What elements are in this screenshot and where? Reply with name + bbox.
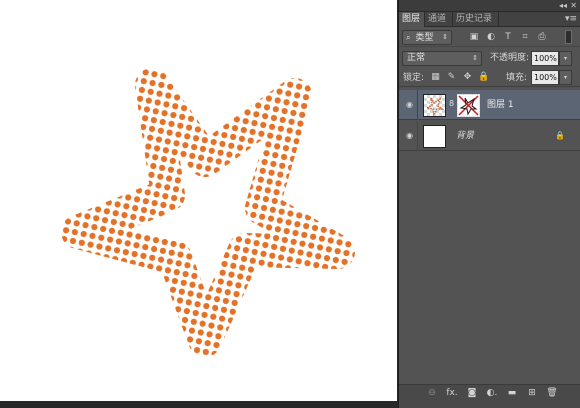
layer-filter-row: ⌕ 类型 ⇕ ▣ ◐ T ⌗ ⎙ [399, 27, 580, 47]
opacity-dropdown-button[interactable]: ▾ [559, 51, 572, 66]
lock-all-icon[interactable]: 🔒 [478, 72, 489, 83]
document-canvas[interactable] [0, 0, 397, 401]
shape-filter-icon[interactable]: ⌗ [519, 31, 531, 43]
tab-layers[interactable]: 图层 [399, 12, 425, 27]
tab-history[interactable]: 历史记录 [453, 12, 499, 27]
select-arrows-icon: ⇕ [442, 33, 448, 41]
document-canvas-area [0, 0, 398, 408]
lock-transparent-pixels-icon[interactable]: ▦ [430, 72, 441, 83]
adjustment-layer-icon[interactable]: ◐. [485, 385, 499, 401]
fx-icon[interactable]: fx. [445, 385, 459, 401]
adjustment-filter-icon[interactable]: ◐ [485, 31, 497, 43]
opacity-label: 不透明度: [490, 53, 530, 63]
opacity-field[interactable]: 100% [531, 51, 559, 66]
layer-row-layer-1[interactable]: ◉ 8 图层 1 [399, 90, 580, 120]
halftone-star-artwork [0, 0, 397, 401]
tab-channels[interactable]: 通道 [425, 12, 453, 27]
blend-mode-select[interactable]: 正常 ⇕ [402, 51, 482, 66]
delete-layer-icon[interactable]: 🗑 [545, 385, 559, 401]
layer-thumbnail[interactable] [423, 125, 446, 148]
blend-row: 正常 ⇕ 不透明度: 100% ▾ [399, 47, 580, 69]
fill-label: 填充: [506, 73, 528, 83]
collapse-panels-icon[interactable]: ◂◂ [559, 0, 567, 12]
new-group-icon[interactable]: ▬ [505, 385, 519, 401]
panel-menu-icon[interactable]: ▾≡ [565, 12, 577, 27]
close-icon[interactable]: ✕ [570, 0, 577, 12]
lock-label: 锁定: [403, 73, 425, 83]
select-arrows-icon: ⇕ [472, 54, 478, 62]
fill-dropdown-button[interactable]: ▾ [559, 70, 572, 85]
mask-link-icon[interactable]: 8 [449, 99, 455, 108]
layer-thumbnail[interactable] [423, 94, 446, 117]
panel-tab-bar: 图层 通道 历史记录 ▾≡ [399, 12, 580, 27]
layers-panel: ◂◂ ✕ 图层 通道 历史记录 ▾≡ ⌕ 类型 ⇕ ▣ ◐ T ⌗ ⎙ 正常 ⇕… [398, 0, 580, 408]
smart-object-filter-icon[interactable]: ⎙ [536, 31, 548, 43]
filter-kind-select[interactable]: ⌕ 类型 ⇕ [402, 30, 452, 45]
panel-title-bar[interactable]: ◂◂ ✕ [399, 0, 580, 12]
visibility-eye-icon[interactable]: ◉ [402, 90, 418, 120]
layer-mask-thumbnail[interactable] [457, 94, 480, 117]
lock-row: 锁定: ▦ ✎ ✥ 🔒 填充: 100% ▾ [399, 69, 580, 87]
layer-name[interactable]: 背景 [456, 121, 474, 151]
add-mask-icon[interactable]: ◙ [465, 385, 479, 401]
lock-image-pixels-icon[interactable]: ✎ [446, 72, 457, 83]
filter-kind-label: 类型 [415, 33, 434, 43]
mask-thumbnail-icon [458, 95, 479, 116]
search-icon: ⌕ [406, 33, 411, 42]
layer-name[interactable]: 图层 1 [487, 90, 514, 120]
visibility-eye-icon[interactable]: ◉ [402, 121, 418, 151]
layer-row-background[interactable]: ◉ 背景 🔒 [399, 121, 580, 151]
filter-toggle-switch[interactable] [565, 30, 572, 44]
star-thumbnail-icon [424, 97, 445, 117]
type-filter-icon[interactable]: T [502, 31, 514, 43]
blend-mode-value: 正常 [407, 53, 426, 63]
lock-position-icon[interactable]: ✥ [462, 72, 473, 83]
image-filter-icon[interactable]: ▣ [468, 31, 480, 43]
layers-bottom-toolbar: ⊖ fx. ◙ ◐. ▬ ⊞ 🗑 [399, 384, 580, 408]
layer-list: ◉ 8 图层 1 ◉ 背景 🔒 [399, 87, 580, 384]
fill-field[interactable]: 100% [531, 70, 559, 85]
new-layer-icon[interactable]: ⊞ [525, 385, 539, 401]
link-layers-icon[interactable]: ⊖ [425, 385, 439, 401]
lock-icon: 🔒 [555, 131, 565, 140]
